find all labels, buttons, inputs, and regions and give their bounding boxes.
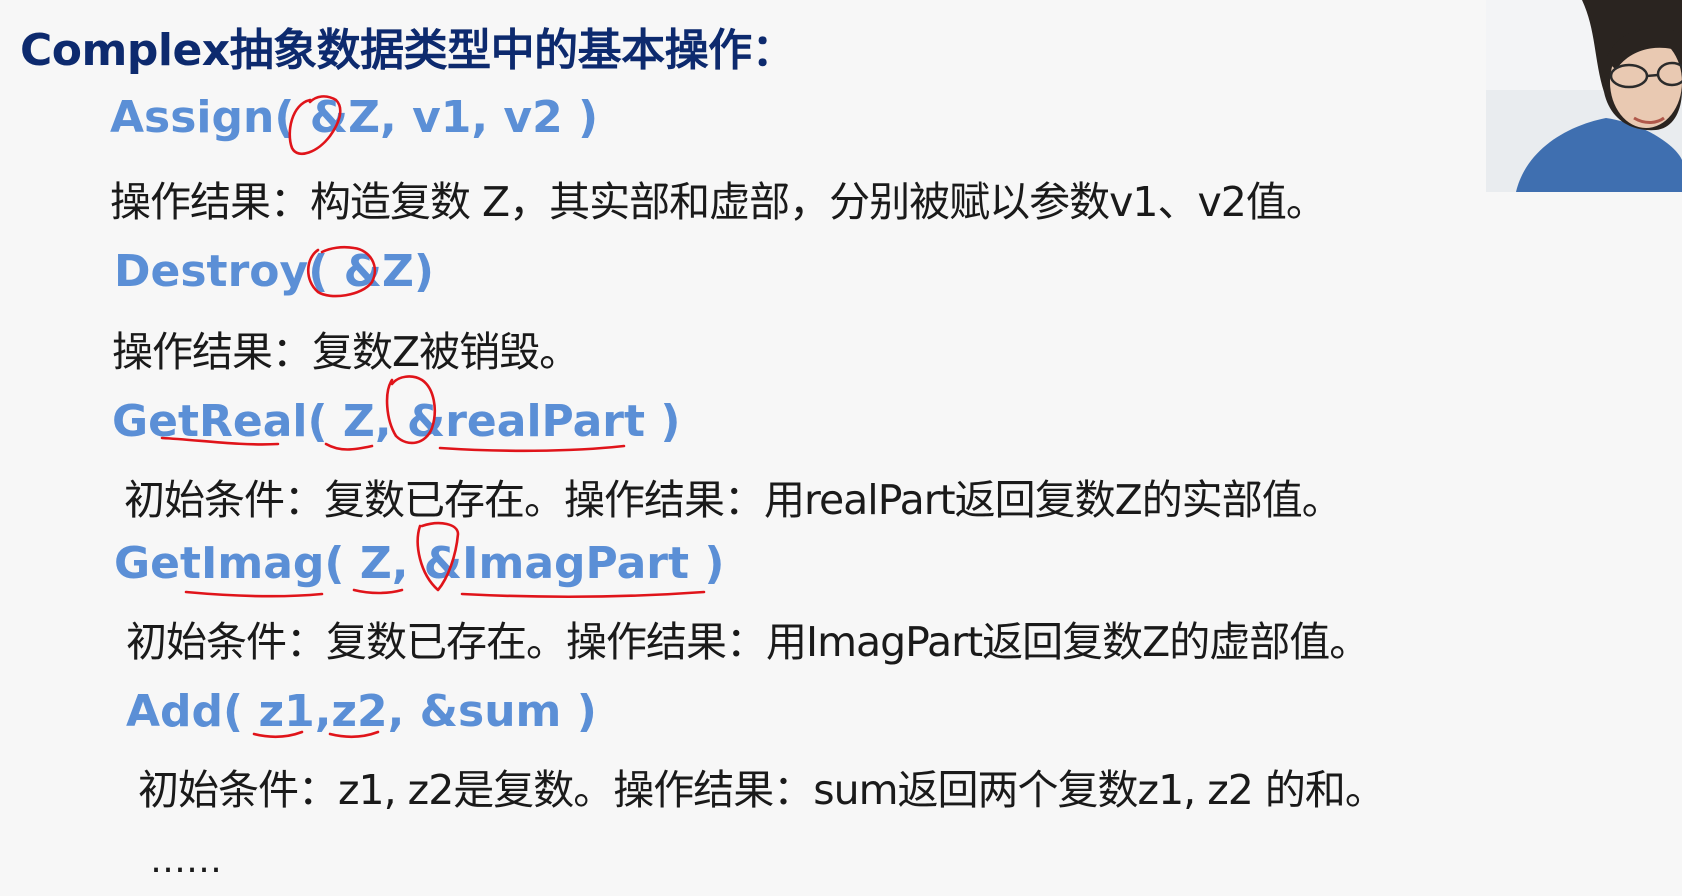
operation-signature-add: Add( z1,z2, &sum ) — [126, 686, 597, 737]
operation-signature-destroy: Destroy( &Z) — [114, 246, 435, 297]
slide-title: Complex抽象数据类型中的基本操作： — [20, 25, 796, 76]
operation-description-getreal: 初始条件：复数已存在。操作结果：用realPart返回复数Z的实部值。 — [124, 476, 1343, 524]
operation-description-getimag: 初始条件：复数已存在。操作结果：用ImagPart返回复数Z的虚部值。 — [126, 618, 1370, 666]
presenter-avatar — [1486, 0, 1682, 192]
annotation-underline-getimag-name — [184, 590, 324, 598]
operation-signature-getimag: GetImag( Z, &ImagPart ) — [114, 538, 725, 589]
operation-description-destroy: 操作结果：复数Z被销毁。 — [112, 328, 580, 376]
annotation-underline-getimag-part — [460, 590, 706, 599]
operation-signature-getreal: GetReal( Z, &realPart ) — [112, 396, 681, 447]
presenter-webcam — [1486, 0, 1682, 192]
lecture-slide: Complex抽象数据类型中的基本操作： Assign( &Z, v1, v2 … — [0, 0, 1682, 896]
ellipsis: …… — [150, 840, 222, 881]
operation-description-assign: 操作结果：构造复数 Z，其实部和虚部，分别被赋以参数v1、v2值。 — [110, 178, 1327, 226]
operation-description-add: 初始条件：z1, z2是复数。操作结果：sum返回两个复数z1, z2 的和。 — [138, 766, 1386, 814]
operation-signature-assign: Assign( &Z, v1, v2 ) — [110, 92, 599, 143]
annotation-underline-getimag-z — [352, 588, 404, 595]
